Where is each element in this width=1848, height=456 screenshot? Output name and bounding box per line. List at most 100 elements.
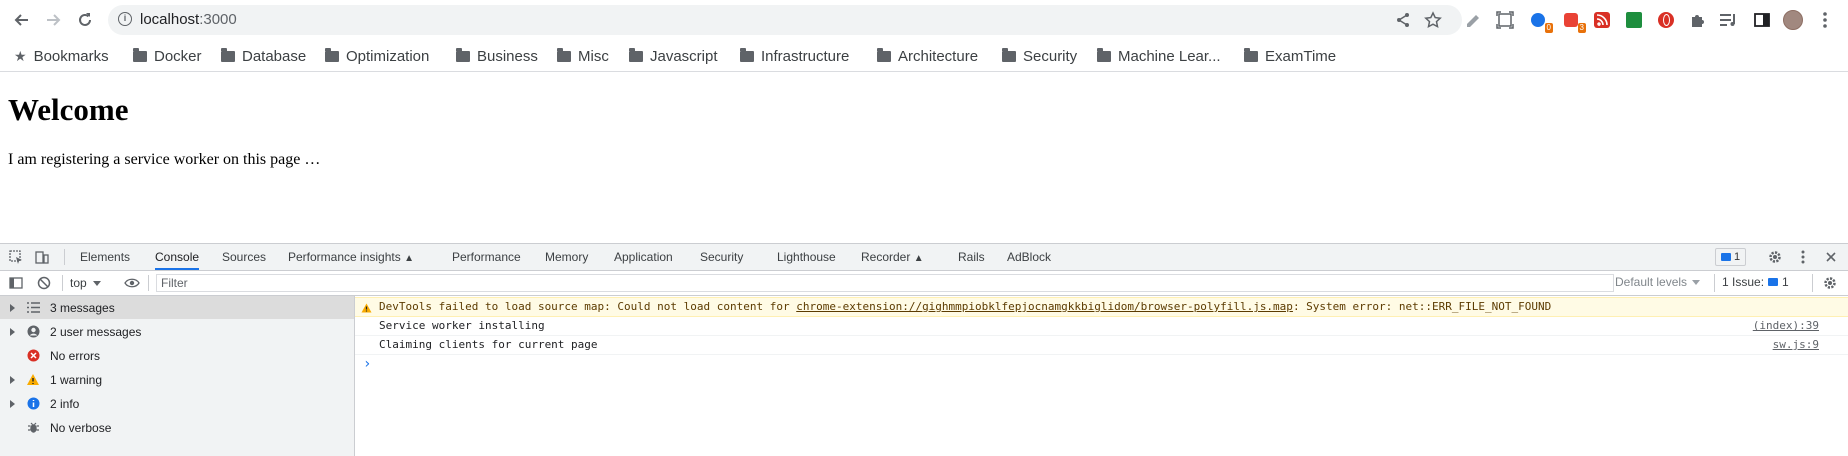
console-warning-message[interactable]: DevTools failed to load source map: Coul… (355, 297, 1848, 317)
settings-gear-icon[interactable] (1767, 249, 1783, 265)
reload-icon[interactable] (73, 8, 97, 32)
console-filterbar: top Default levels 1 Issue: 1 (0, 271, 1848, 296)
clear-console-icon[interactable] (36, 275, 52, 291)
console-settings-gear-icon[interactable] (1822, 275, 1838, 291)
extension-rss-icon[interactable] (1592, 10, 1612, 30)
devtools-menu-icon[interactable] (1795, 249, 1811, 265)
folder-icon (1244, 47, 1258, 62)
console-log-message[interactable]: Claiming clients for current page sw.js:… (355, 336, 1848, 355)
tab-elements[interactable]: Elements (80, 244, 130, 270)
extension-opera-icon[interactable] (1656, 10, 1676, 30)
console-log-message[interactable]: Service worker installing (index):39 (355, 317, 1848, 336)
sidebar-item-warnings[interactable]: 1 warning (0, 368, 354, 391)
expand-arrow-icon[interactable] (10, 375, 15, 384)
device-toolbar-icon[interactable] (34, 249, 50, 265)
profile-avatar-icon[interactable] (1783, 10, 1803, 30)
tab-lighthouse[interactable]: Lighthouse (777, 244, 836, 270)
side-panel-icon[interactable] (1752, 10, 1772, 30)
info-icon[interactable]: i (118, 12, 132, 26)
tab-sources[interactable]: Sources (222, 244, 266, 270)
bookmark-star-icon[interactable] (1421, 8, 1445, 32)
reading-list-icon[interactable] (1718, 10, 1738, 30)
tab-security[interactable]: Security (700, 244, 743, 270)
sidebar-toggle-icon[interactable] (8, 275, 24, 291)
screenshot-icon[interactable] (1495, 10, 1515, 30)
page-viewport: Welcome I am registering a service worke… (0, 72, 1848, 243)
star-icon: ★ (14, 47, 27, 64)
bookmark-infrastructure[interactable]: Infrastructure (740, 44, 849, 68)
issues-counter-button[interactable]: 1 (1715, 248, 1747, 266)
bookmark-examtime[interactable]: ExamTime (1244, 44, 1336, 68)
expand-arrow-icon[interactable] (10, 303, 15, 312)
log-levels-dropdown[interactable]: Default levels (1615, 275, 1701, 289)
expand-arrow-icon[interactable] (10, 327, 15, 336)
forward-icon[interactable] (41, 8, 65, 32)
inspect-element-icon[interactable] (8, 249, 24, 265)
folder-icon (877, 47, 891, 62)
tab-performance[interactable]: Performance (452, 244, 521, 270)
source-link[interactable]: (index):39 (1753, 317, 1819, 335)
message-icon (1768, 278, 1779, 286)
tab-recorder[interactable]: Recorder ▲ (861, 244, 924, 270)
tab-rails[interactable]: Rails (958, 244, 985, 270)
folder-icon (629, 47, 643, 62)
page-paragraph: I am registering a service worker on thi… (8, 151, 321, 168)
bug-icon (26, 421, 40, 435)
dropdown-triangle-icon (1692, 279, 1701, 285)
sidebar-item-messages[interactable]: 3 messages (0, 296, 354, 319)
extension-green-icon[interactable] (1624, 10, 1644, 30)
source-map-link[interactable]: chrome-extension://gighmmpiobklfepjocnam… (796, 300, 1293, 313)
bookmark-bookmarks[interactable]: ★ Bookmarks (14, 44, 109, 68)
tab-adblock[interactable]: AdBlock (1007, 244, 1051, 270)
browser-toolbar: i localhost:3000 0 3 (0, 0, 1848, 40)
share-icon[interactable] (1391, 8, 1415, 32)
console-prompt[interactable]: › (355, 355, 1848, 373)
tab-memory[interactable]: Memory (545, 244, 588, 270)
bookmark-business[interactable]: Business (456, 44, 538, 68)
extension-pencil-icon[interactable] (1463, 10, 1483, 30)
bookmark-optimization[interactable]: Optimization (325, 44, 429, 68)
sidebar-item-errors[interactable]: No errors (0, 344, 354, 367)
bookmark-machine-learning[interactable]: Machine Lear... (1097, 44, 1221, 68)
extension-puzzle-red-icon[interactable]: 3 (1561, 10, 1586, 33)
bookmark-architecture[interactable]: Architecture (877, 44, 978, 68)
tab-console[interactable]: Console (155, 244, 200, 270)
flask-icon: ▲ (913, 253, 924, 264)
back-icon[interactable] (10, 8, 34, 32)
sidebar-item-verbose[interactable]: No verbose (0, 416, 354, 439)
sidebar-item-info[interactable]: 2 info (0, 392, 354, 415)
tab-application[interactable]: Application (614, 244, 673, 270)
message-icon (1721, 253, 1731, 261)
bookmark-database[interactable]: Database (221, 44, 306, 68)
bookmark-javascript[interactable]: Javascript (629, 44, 718, 68)
bookmark-misc[interactable]: Misc (557, 44, 609, 68)
close-devtools-icon[interactable] (1823, 249, 1839, 265)
url-text[interactable]: localhost:3000 (140, 11, 237, 28)
prompt-chevron-icon: › (363, 356, 372, 372)
folder-icon (325, 47, 339, 62)
folder-icon (557, 47, 571, 62)
bookmark-security[interactable]: Security (1002, 44, 1077, 68)
live-expression-eye-icon[interactable] (124, 275, 140, 291)
expand-arrow-icon[interactable] (10, 399, 15, 408)
folder-icon (740, 47, 754, 62)
error-icon (26, 349, 40, 363)
extensions-puzzle-icon[interactable] (1687, 10, 1707, 30)
sidebar-item-user-messages[interactable]: 2 user messages (0, 320, 354, 343)
devtools-panel: Elements Console Sources Performance ins… (0, 243, 1848, 456)
address-bar[interactable]: i (108, 5, 1462, 35)
folder-icon (1097, 47, 1111, 62)
bookmark-docker[interactable]: Docker (133, 44, 202, 68)
menu-kebab-icon[interactable] (1815, 10, 1835, 30)
console-filter-input[interactable] (156, 274, 1614, 292)
issues-button[interactable]: 1 Issue: 1 (1722, 275, 1789, 289)
extension-globe-icon[interactable]: 0 (1528, 10, 1553, 33)
user-icon (26, 325, 40, 339)
folder-icon (133, 47, 147, 62)
source-link[interactable]: sw.js:9 (1773, 336, 1819, 354)
list-icon (26, 301, 40, 315)
context-selector[interactable]: top (70, 275, 101, 291)
page-heading: Welcome (8, 92, 129, 127)
tab-performance-insights[interactable]: Performance insights ▲ (288, 244, 414, 270)
flask-icon: ▲ (404, 253, 414, 264)
